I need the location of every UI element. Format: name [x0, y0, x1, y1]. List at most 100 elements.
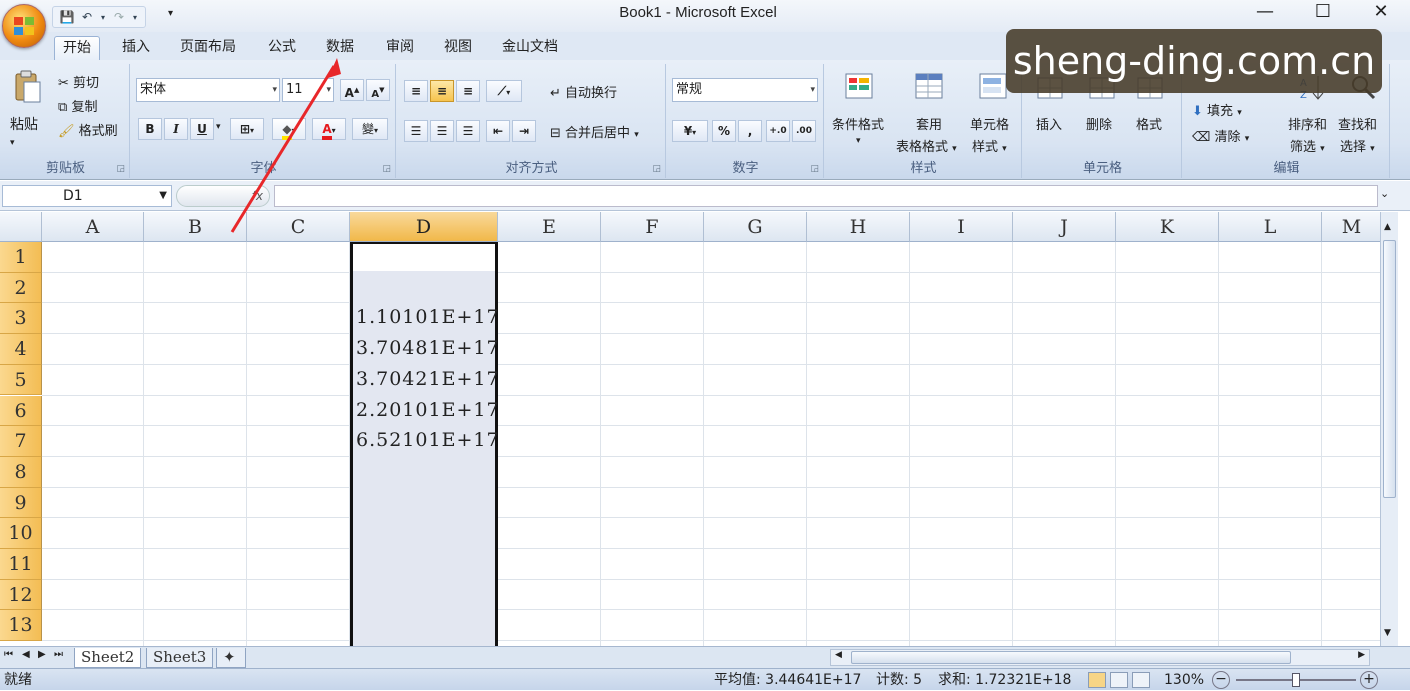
row-header-8[interactable]: 8	[0, 456, 42, 488]
copy-button[interactable]: ⧉ 复制	[58, 96, 97, 115]
bold-button[interactable]: B	[138, 118, 162, 140]
align-right-button[interactable]: ☰	[456, 120, 480, 142]
border-button[interactable]: ⊞▾	[230, 118, 264, 140]
next-sheet-icon[interactable]: ▶	[38, 649, 46, 660]
format-as-table-label-1[interactable]: 套用	[916, 114, 942, 133]
scroll-down-icon[interactable]: ▼	[1384, 628, 1391, 638]
increase-decimal-button[interactable]: +.0	[766, 120, 790, 142]
column-header-i[interactable]: I	[910, 212, 1013, 242]
paste-button[interactable]: 粘贴	[10, 114, 38, 134]
page-layout-view-icon[interactable]	[1110, 672, 1128, 688]
sort-filter-label-1[interactable]: 排序和	[1288, 114, 1327, 133]
zoom-in-icon[interactable]: +	[1360, 671, 1378, 689]
last-sheet-icon[interactable]: ⏭	[54, 649, 63, 660]
italic-button[interactable]: I	[164, 118, 188, 140]
align-top-button[interactable]: ≡	[404, 80, 428, 102]
percent-button[interactable]: %	[712, 120, 736, 142]
increase-indent-button[interactable]: ⇥	[512, 120, 536, 142]
normal-view-icon[interactable]	[1088, 672, 1106, 688]
page-break-view-icon[interactable]	[1132, 672, 1150, 688]
merge-center-button[interactable]: ⊟ 合并后居中 ▾	[550, 122, 639, 141]
office-button[interactable]	[2, 4, 46, 48]
align-middle-button[interactable]: ≡	[430, 80, 454, 102]
column-header-k[interactable]: K	[1116, 212, 1219, 242]
orientation-button[interactable]: ⟋▾	[486, 80, 522, 102]
column-header-d[interactable]: D	[350, 212, 498, 242]
shrink-font-button[interactable]: A▼	[366, 79, 390, 101]
fill-button[interactable]: ⬇ 填充 ▾	[1192, 100, 1242, 119]
insert-function-button[interactable]: fx	[176, 185, 270, 207]
row-header-10[interactable]: 10	[0, 518, 42, 549]
row-header-3[interactable]: 3	[0, 303, 42, 335]
phonetic-button[interactable]: 變▾	[352, 118, 388, 140]
column-header-c[interactable]: C	[247, 212, 350, 242]
cut-button[interactable]: ✂ 剪切	[58, 72, 99, 91]
row-header-13[interactable]: 13	[0, 610, 42, 642]
format-as-table-button[interactable]: 表格格式 ▾	[896, 136, 957, 155]
cell-styles-label-1[interactable]: 单元格	[970, 114, 1009, 133]
dialog-launcher-icon[interactable]: ◲	[116, 164, 125, 174]
select-all-button[interactable]	[0, 212, 42, 242]
row-header-12[interactable]: 12	[0, 579, 42, 611]
maximize-button[interactable]: ☐	[1294, 0, 1352, 26]
row-header-6[interactable]: 6	[0, 395, 42, 427]
active-cell-d1[interactable]	[353, 242, 495, 271]
currency-button[interactable]: ¥▾	[672, 120, 708, 142]
align-center-button[interactable]: ☰	[430, 120, 454, 142]
comma-button[interactable]: ,	[738, 120, 762, 142]
chevron-down-icon[interactable]: ▾	[216, 122, 221, 132]
tab-wps-docs[interactable]: 金山文档	[494, 36, 566, 60]
horizontal-scrollbar[interactable]: ◀ ▶	[830, 649, 1370, 666]
font-color-button[interactable]: A▾	[312, 118, 346, 140]
cell-d7[interactable]: 6.52101E+17	[356, 429, 499, 451]
clear-button[interactable]: ⌫ 清除 ▾	[1192, 126, 1249, 145]
cell-d6[interactable]: 2.20101E+17	[356, 399, 499, 421]
close-button[interactable]: ✕	[1352, 0, 1410, 26]
cell-styles-button[interactable]: 样式 ▾	[972, 136, 1007, 155]
decrease-decimal-button[interactable]: .00	[792, 120, 816, 142]
minimize-button[interactable]: —	[1236, 0, 1294, 26]
tab-data[interactable]: 数据	[318, 36, 362, 60]
font-size-select[interactable]: 11 ▾	[282, 78, 334, 102]
vertical-scrollbar[interactable]: ▲ ▼	[1380, 212, 1398, 646]
horizontal-scroll-thumb[interactable]	[851, 651, 1291, 664]
find-select-label-1[interactable]: 查找和	[1338, 114, 1377, 133]
tab-review[interactable]: 审阅	[378, 36, 422, 60]
column-header-e[interactable]: E	[498, 212, 601, 242]
name-box[interactable]: D1 ▼	[2, 185, 172, 207]
tab-insert[interactable]: 插入	[114, 36, 158, 60]
zoom-slider-thumb[interactable]	[1292, 673, 1300, 687]
insert-cells-button[interactable]: 插入	[1036, 114, 1062, 133]
column-header-a[interactable]: A	[42, 212, 144, 242]
sort-filter-button[interactable]: 筛选 ▾	[1290, 136, 1325, 155]
sheet-tab-sheet2[interactable]: Sheet2	[74, 648, 142, 668]
prev-sheet-icon[interactable]: ◀	[22, 649, 30, 660]
column-header-f[interactable]: F	[601, 212, 704, 242]
format-cells-button[interactable]: 格式	[1136, 114, 1162, 133]
paste-icon[interactable]	[12, 70, 44, 103]
align-left-button[interactable]: ☰	[404, 120, 428, 142]
find-select-button[interactable]: 选择 ▾	[1340, 136, 1375, 155]
dialog-launcher-icon[interactable]: ◲	[382, 164, 391, 174]
font-name-select[interactable]: 宋体 ▾	[136, 78, 280, 102]
dialog-launcher-icon[interactable]: ◲	[652, 164, 661, 174]
tab-page-layout[interactable]: 页面布局	[172, 36, 244, 60]
scroll-up-icon[interactable]: ▲	[1384, 222, 1391, 232]
cell-d4[interactable]: 3.70481E+17	[356, 337, 499, 359]
row-header-11[interactable]: 11	[0, 549, 42, 580]
formula-input[interactable]	[274, 185, 1378, 207]
zoom-out-icon[interactable]: −	[1212, 671, 1230, 689]
column-header-l[interactable]: L	[1219, 212, 1322, 242]
expand-formula-icon[interactable]: ⌄	[1380, 187, 1389, 200]
scroll-left-icon[interactable]: ◀	[835, 650, 842, 660]
tab-home[interactable]: 开始	[54, 36, 100, 60]
row-header-2[interactable]: 2	[0, 272, 42, 304]
fill-color-button[interactable]: ◆▾	[272, 118, 306, 140]
number-format-select[interactable]: 常规 ▾	[672, 78, 818, 102]
column-header-j[interactable]: J	[1013, 212, 1116, 242]
first-sheet-icon[interactable]: ⏮	[4, 649, 13, 660]
tab-formulas[interactable]: 公式	[260, 36, 304, 60]
dialog-launcher-icon[interactable]: ◲	[810, 164, 819, 174]
worksheet-grid[interactable]: ABCDEFGHIJKLM 1 2 3 4 5 6 7 8 9 10 11 12 13 1.10101E…	[0, 212, 1380, 646]
row-header-9[interactable]: 9	[0, 487, 42, 519]
